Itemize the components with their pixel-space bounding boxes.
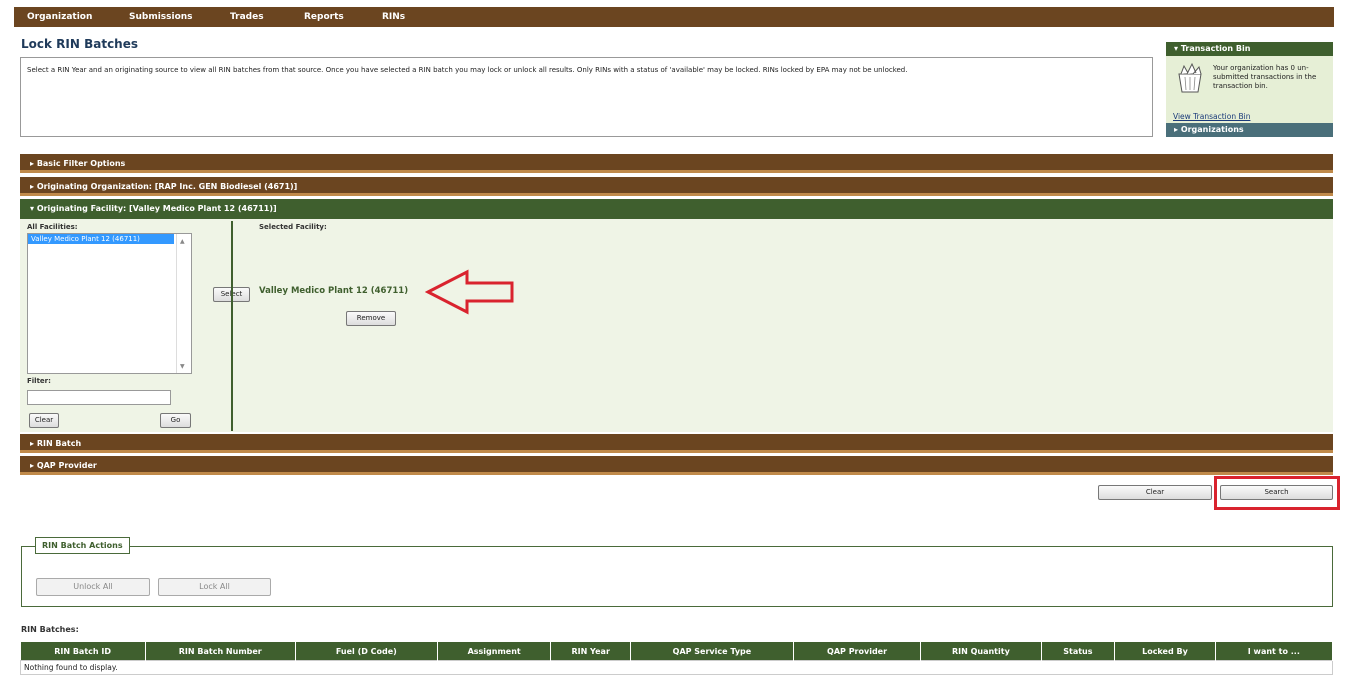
section-label: QAP Provider	[36, 461, 97, 470]
facility-filter-input[interactable]	[27, 390, 171, 405]
column-header[interactable]: Assignment	[437, 642, 552, 661]
column-header[interactable]: RIN Quantity	[920, 642, 1042, 661]
page-title: Lock RIN Batches	[21, 37, 139, 51]
unlock-all-button[interactable]: Unlock All	[36, 578, 150, 596]
nav-organization[interactable]: Organization	[27, 12, 92, 22]
lock-all-button[interactable]: Lock All	[158, 578, 271, 596]
instructions-text: Select a RIN Year and an originating sou…	[27, 66, 908, 74]
table-header-row: RIN Batch ID RIN Batch Number Fuel (D Co…	[20, 642, 1334, 661]
chevron-right-icon: ▸	[1174, 125, 1181, 134]
search-highlight-box	[1214, 476, 1340, 510]
chevron-down-icon: ▾	[30, 204, 37, 213]
section-originating-facility[interactable]: ▾ Originating Facility: [Valley Medico P…	[20, 199, 1333, 219]
chevron-right-icon: ▸	[30, 439, 37, 448]
rin-batches-table: RIN Batch ID RIN Batch Number Fuel (D Co…	[20, 642, 1334, 675]
list-scrollbar[interactable]: ▲ ▼	[176, 234, 191, 373]
facility-panel	[20, 219, 1333, 432]
facility-go-button[interactable]: Go	[160, 413, 191, 428]
bin-icon	[1178, 62, 1202, 93]
arrow-left-icon	[425, 269, 514, 315]
column-header[interactable]: RIN Batch ID	[20, 642, 146, 661]
nav-trades[interactable]: Trades	[230, 12, 264, 22]
selected-facility-label: Selected Facility:	[259, 223, 327, 231]
rin-batch-actions-legend: RIN Batch Actions	[35, 537, 130, 554]
selected-facility-value: Valley Medico Plant 12 (46711)	[259, 286, 409, 296]
chevron-right-icon: ▸	[30, 159, 37, 168]
section-label: Originating Facility: [Valley Medico Pla…	[36, 204, 277, 213]
section-label: RIN Batch	[36, 439, 82, 448]
view-transaction-bin-link[interactable]: View Transaction Bin	[1173, 112, 1250, 121]
chevron-right-icon: ▸	[30, 461, 37, 470]
filter-label: Filter:	[27, 377, 51, 385]
transaction-bin-title: Transaction Bin	[1180, 44, 1251, 53]
nav-submissions[interactable]: Submissions	[129, 12, 193, 22]
all-facilities-label: All Facilities:	[27, 223, 78, 231]
empty-table-message: Nothing found to display.	[20, 660, 1333, 675]
transaction-bin-header[interactable]: ▾ Transaction Bin	[1166, 42, 1333, 56]
scroll-up-icon[interactable]: ▲	[180, 238, 185, 245]
section-basic-filter-options[interactable]: ▸ Basic Filter Options	[20, 154, 1333, 173]
top-nav: Organization Submissions Trades Reports …	[14, 7, 1334, 27]
instructions-box: Select a RIN Year and an originating sou…	[20, 57, 1153, 137]
section-label: Basic Filter Options	[36, 159, 126, 168]
section-label: Originating Organization: [RAP Inc. GEN …	[36, 182, 298, 191]
all-facilities-list[interactable]: Valley Medico Plant 12 (46711) ▲ ▼	[27, 233, 192, 374]
facility-option[interactable]: Valley Medico Plant 12 (46711)	[28, 234, 174, 244]
organizations-title: Organizations	[1180, 125, 1244, 134]
column-header[interactable]: Fuel (D Code)	[295, 642, 438, 661]
chevron-down-icon: ▾	[1174, 44, 1181, 53]
column-header[interactable]: QAP Provider	[793, 642, 922, 661]
remove-facility-button[interactable]: Remove	[346, 311, 396, 326]
column-header[interactable]: QAP Service Type	[630, 642, 794, 661]
scroll-down-icon[interactable]: ▼	[180, 363, 185, 370]
section-originating-organization[interactable]: ▸ Originating Organization: [RAP Inc. GE…	[20, 177, 1333, 196]
organizations-header[interactable]: ▸ Organizations	[1166, 123, 1333, 137]
nav-rins[interactable]: RINs	[382, 12, 405, 22]
column-header[interactable]: Locked By	[1114, 642, 1216, 661]
column-header: I want to ...	[1215, 642, 1334, 661]
transaction-bin-text: Your organization has 0 un-submitted tra…	[1213, 64, 1317, 90]
rin-batch-actions-box	[21, 546, 1333, 607]
panel-divider	[231, 221, 233, 431]
clear-search-button[interactable]: Clear	[1098, 485, 1212, 500]
rin-batches-label: RIN Batches:	[21, 625, 79, 634]
table-row: Nothing found to display.	[20, 660, 1333, 675]
column-header[interactable]: Status	[1041, 642, 1116, 661]
facility-clear-button[interactable]: Clear	[29, 413, 59, 428]
chevron-right-icon: ▸	[30, 182, 37, 191]
nav-reports[interactable]: Reports	[304, 12, 344, 22]
column-header[interactable]: RIN Year	[550, 642, 631, 661]
section-qap-provider[interactable]: ▸ QAP Provider	[20, 456, 1333, 475]
section-rin-batch[interactable]: ▸ RIN Batch	[20, 434, 1333, 453]
column-header[interactable]: RIN Batch Number	[145, 642, 296, 661]
